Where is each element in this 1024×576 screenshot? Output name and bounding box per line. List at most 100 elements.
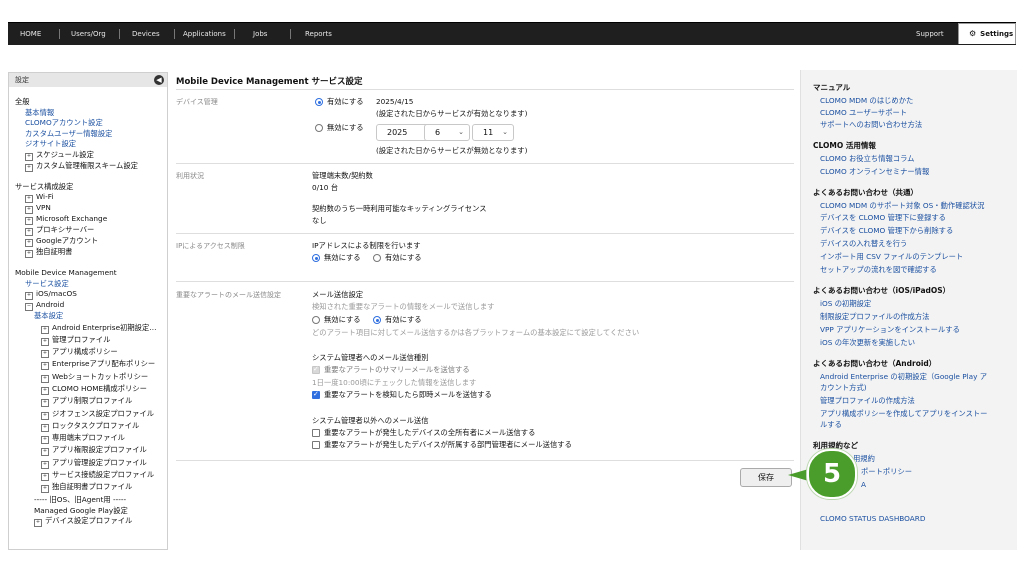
help-link[interactable]: カウント方式)	[820, 383, 867, 393]
sidebar-item-android-profile[interactable]: + Enterpriseアプリ配布ポリシー	[41, 358, 167, 371]
sidebar-section-general: 全般	[15, 97, 30, 106]
sidebar-item-managed-play[interactable]: Managed Google Play設定	[34, 506, 167, 517]
sidebar-item-custom-permission[interactable]: + カスタム管理権限スキーム設定	[25, 161, 167, 172]
immediate-mail-checkbox[interactable]	[312, 390, 320, 399]
help-link[interactable]: iOS の初期設定	[820, 299, 871, 309]
sidebar-item-proxy[interactable]: + プロキシサーバー	[25, 225, 167, 236]
sidebar-item-device-profile[interactable]: + デバイス設定プロファイル	[34, 516, 167, 528]
devices-count-title: 管理端末数/契約数	[312, 171, 373, 180]
sidebar-item-schedule[interactable]: + スケジュール設定	[25, 150, 167, 161]
nav-devices[interactable]: Devices	[132, 23, 160, 45]
sidebar-item-label: アプリ制限プロファイル	[52, 396, 133, 406]
nav-reports[interactable]: Reports	[305, 23, 332, 45]
disable-day-select[interactable]: 11 ⌄	[472, 124, 514, 141]
status-dashboard-link[interactable]: CLOMO STATUS DASHBOARD	[820, 514, 925, 523]
sidebar-item-android-profile[interactable]: + ジオフェンス設定プロファイル	[41, 408, 167, 420]
help-link[interactable]: セットアップの流れを図で確認する	[820, 265, 937, 275]
ip-disable-radio[interactable]	[312, 254, 320, 262]
help-link[interactable]: サポートへのお問い合わせ方法	[820, 120, 922, 130]
sidebar-item-label: カスタム管理権限スキーム設定	[36, 160, 138, 170]
help-link[interactable]: デバイスの入れ替えを行う	[820, 239, 907, 249]
help-link[interactable]: ルする	[820, 420, 842, 430]
help-info-title: CLOMO 活用情報	[813, 141, 876, 150]
sidebar-item-android-profile[interactable]: + アプリ制限プロファイル	[41, 395, 167, 408]
sidebar-item-android-profile[interactable]: + サービス接続設定プロファイル	[41, 469, 167, 482]
help-faq-common-title: よくあるお問い合わせ（共通）	[813, 188, 918, 197]
sidebar-link-account[interactable]: CLOMOアカウント設定	[25, 118, 167, 129]
expand-icon: +	[25, 195, 33, 203]
sidebar-item-android-profile[interactable]: + アプリ権限設定プロファイル	[41, 444, 167, 457]
sidebar-link-geosite[interactable]: ジオサイト設定	[25, 139, 167, 150]
sidebar-item-android[interactable]: − Android	[25, 300, 167, 311]
help-manual-title: マニュアル	[813, 83, 851, 92]
sidebar-item-label: 独自証明書	[36, 247, 73, 256]
dept-mail-checkbox[interactable]	[312, 441, 320, 449]
collapse-sidebar-icon[interactable]: ◀	[154, 75, 164, 85]
sidebar-link-basic-info[interactable]: 基本情報	[25, 108, 167, 119]
sidebar-item-android-profile[interactable]: + 独自証明書プロファイル	[41, 481, 167, 494]
help-link[interactable]: デバイスを CLOMO 管理下から削除する	[820, 226, 953, 236]
settings-sidebar: 設定 ◀ 全般 基本情報 CLOMOアカウント設定 カスタムユーザー情報設定 ジ…	[8, 72, 168, 550]
help-link[interactable]: インポート用 CSV ファイルのテンプレート	[820, 252, 963, 262]
owners-mail-label: 重要なアラートが発生したデバイスの全所有者にメール送信する	[324, 428, 536, 437]
sidebar-item-android-profile[interactable]: + ロックタスクプロファイル	[41, 420, 167, 432]
help-link[interactable]: 制限設定プロファイルの作成方法	[820, 312, 929, 322]
sidebar-item-android-profile[interactable]: + 専用端末プロファイル	[41, 432, 167, 445]
help-link[interactable]: デバイスを CLOMO 管理下に登録する	[820, 213, 946, 223]
owners-mail-checkbox[interactable]	[312, 429, 320, 437]
sidebar-item-exchange[interactable]: + Microsoft Exchange	[25, 214, 167, 225]
expand-icon: +	[25, 228, 33, 236]
device-mgmt-enable-radio[interactable]	[315, 98, 323, 106]
sidebar-link-service-settings[interactable]: サービス設定	[25, 279, 167, 290]
sidebar-item-android-profile[interactable]: + 管理プロファイル	[41, 334, 167, 346]
sidebar-item-wifi[interactable]: + Wi-Fi	[25, 192, 167, 203]
help-link[interactable]: CLOMO MDM のサポート対象 OS・動作確認状況	[820, 201, 984, 211]
nav-support[interactable]: Support	[916, 23, 944, 45]
sidebar-item-android-profile[interactable]: + Webショートカットポリシー	[41, 371, 167, 383]
help-link[interactable]: iOS の年次更新を実施したい	[820, 338, 915, 348]
sidebar-link-android-basic[interactable]: 基本設定	[34, 311, 167, 322]
device-mgmt-disable-label: 無効にする	[327, 123, 364, 132]
sidebar-item-label: Enterpriseアプリ配布ポリシー	[52, 359, 156, 369]
sidebar-item-android-profile[interactable]: + Android Enterprise初期設定…	[41, 322, 167, 334]
nav-home[interactable]: HOME	[20, 23, 41, 45]
help-link[interactable]: CLOMO オンラインセミナー情報	[820, 167, 929, 177]
help-link[interactable]: CLOMO ユーザーサポート	[820, 108, 907, 118]
help-link[interactable]: Android Enterprise の初期設定（Google Play ア	[820, 372, 987, 382]
sidebar-link-custom-user[interactable]: カスタムユーザー情報設定	[25, 129, 167, 140]
nav-separator	[234, 29, 235, 39]
sidebar-item-ios-macos[interactable]: + iOS/macOS	[25, 289, 167, 300]
sidebar-item-vpn[interactable]: + VPN	[25, 203, 167, 214]
sidebar-header-title: 設定	[15, 76, 29, 84]
sidebar-item-certificate[interactable]: + 独自証明書	[25, 247, 167, 258]
nav-applications[interactable]: Applications	[183, 23, 226, 45]
nav-separator	[290, 29, 291, 39]
mail-enable-radio[interactable]	[373, 316, 381, 324]
nav-users-org[interactable]: Users/Org	[71, 23, 106, 45]
help-link[interactable]: アプリ構成ポリシーを作成してアプリをインストー	[820, 409, 987, 419]
expand-icon: +	[41, 423, 49, 432]
help-link[interactable]: 用規約	[853, 454, 875, 464]
mail-disable-radio[interactable]	[312, 316, 320, 324]
help-link[interactable]: CLOMO MDM のはじめかた	[820, 96, 913, 106]
sidebar-item-android-profile[interactable]: + アプリ管理設定プロファイル	[41, 457, 167, 469]
nav-jobs[interactable]: Jobs	[253, 23, 267, 45]
device-mgmt-disable-radio[interactable]	[315, 124, 323, 132]
ip-enable-radio[interactable]	[373, 254, 381, 262]
expand-icon: +	[25, 292, 33, 300]
help-link[interactable]: CLOMO お役立ち情報コラム	[820, 154, 914, 164]
mail-desc: 検知された重要なアラートの情報をメールで送信します	[312, 302, 495, 311]
nav-settings-tab[interactable]: ⚙ Settings	[958, 23, 1016, 44]
help-link[interactable]: VPP アプリケーションをインストールする	[820, 325, 960, 335]
month-value: 6	[435, 128, 441, 137]
help-link[interactable]: A	[861, 480, 866, 489]
help-link[interactable]: 管理プロファイルの作成方法	[820, 396, 915, 406]
sidebar-item-google-account[interactable]: + Googleアカウント	[25, 236, 167, 247]
save-button[interactable]: 保存	[740, 468, 792, 487]
disable-month-select[interactable]: 6 ⌄	[424, 124, 470, 141]
summary-mail-checkbox[interactable]	[312, 365, 320, 374]
sidebar-item-android-profile[interactable]: + アプリ構成ポリシー	[41, 346, 167, 359]
expand-icon: +	[41, 362, 49, 371]
help-link[interactable]: ポートポリシー	[861, 467, 912, 477]
sidebar-item-android-profile[interactable]: + CLOMO HOME構成ポリシー	[41, 383, 167, 395]
